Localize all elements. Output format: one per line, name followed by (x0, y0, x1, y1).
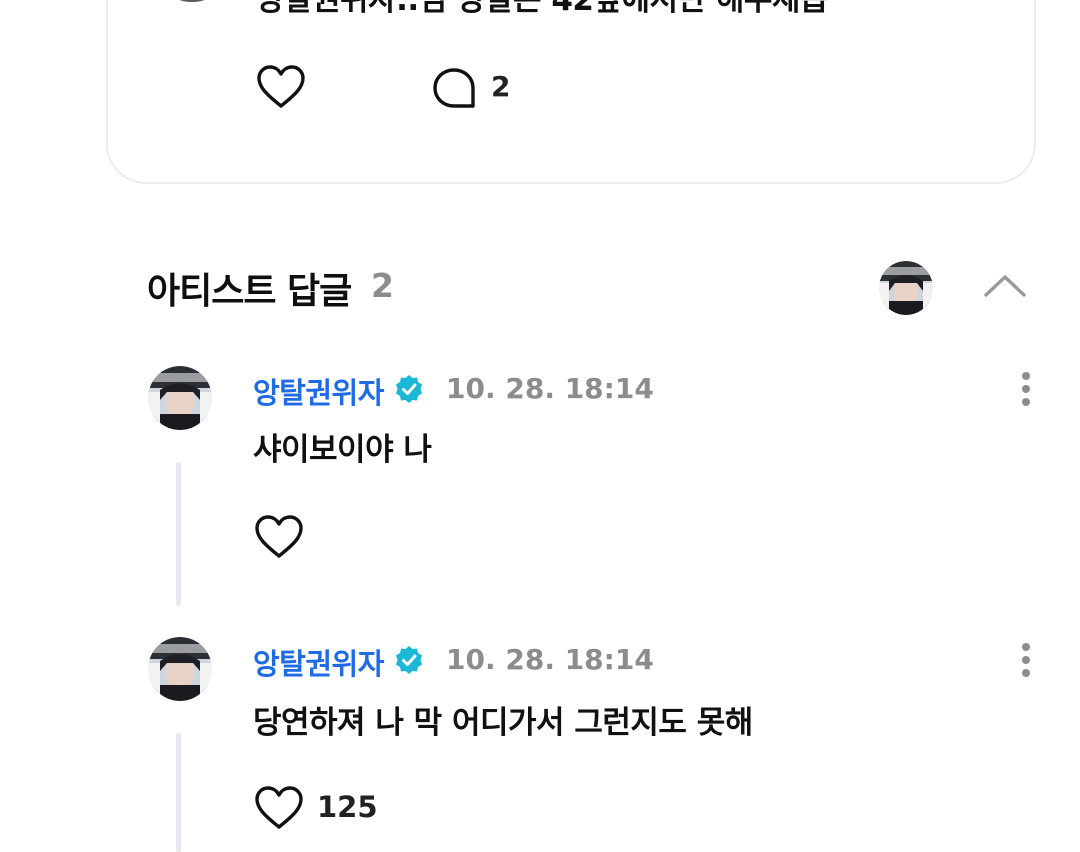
thread-line (176, 462, 181, 606)
artist-replies-count: 2 (371, 266, 394, 305)
comments-screen: 앙탈권위자..님 앙탈은 42앞에서만 해주세욥 2 아티스트 답글 2 앙탈권… (0, 0, 1080, 852)
more-vertical-icon[interactable] (1018, 371, 1034, 407)
reply-author-avatar[interactable] (148, 366, 212, 430)
speech-bubble-icon[interactable] (431, 66, 477, 112)
verified-badge-icon (396, 375, 422, 403)
heart-outline-icon[interactable] (254, 514, 304, 560)
reply-text: 당연하져 나 막 어디가서 그런지도 못해 (253, 705, 753, 741)
post-author-avatar[interactable] (150, 0, 234, 2)
reply-author-name[interactable]: 앙탈권위자 (253, 370, 384, 412)
heart-outline-icon[interactable] (256, 64, 306, 110)
reply-timestamp: 10. 28. 18:14 (446, 643, 654, 676)
heart-outline-icon[interactable] (254, 785, 304, 831)
reply-author-avatar[interactable] (148, 637, 212, 701)
reply-author-name[interactable]: 앙탈권위자 (253, 641, 384, 683)
artist-replies-title: 아티스트 답글 (147, 271, 352, 312)
chevron-up-icon[interactable] (983, 270, 1027, 300)
thread-line (176, 733, 181, 852)
post-text: 앙탈권위자..님 앙탈은 42앞에서만 해주세욥 (256, 0, 828, 18)
verified-badge-icon (396, 646, 422, 674)
reply-like-count: 125 (317, 790, 378, 824)
reply-timestamp: 10. 28. 18:14 (446, 372, 654, 405)
artist-avatar[interactable] (879, 261, 933, 315)
more-vertical-icon[interactable] (1018, 642, 1034, 678)
post-comment-count: 2 (491, 70, 511, 103)
reply-text: 샤이보이야 나 (253, 432, 432, 468)
post-card: 앙탈권위자..님 앙탈은 42앞에서만 해주세욥 2 (106, 0, 1036, 184)
